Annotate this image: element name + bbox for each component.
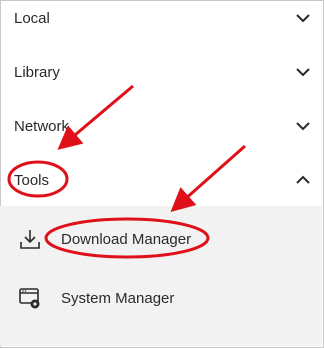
menu-item-tools[interactable]: Tools [0, 153, 322, 207]
download-icon [20, 230, 40, 249]
submenu-item-label: Download Manager [61, 231, 192, 248]
menu-item-label: Library [14, 63, 60, 81]
menu-item-network[interactable]: Network [0, 99, 322, 153]
submenu-item-download-manager[interactable]: Download Manager [0, 209, 322, 269]
system-manager-icon [19, 288, 40, 309]
chevron-down-icon [296, 68, 310, 77]
submenu-item-system-manager[interactable]: System Manager [0, 268, 322, 328]
submenu-item-label: System Manager [61, 290, 175, 307]
menu-item-label: Tools [14, 171, 50, 189]
menu-item-label: Local [14, 9, 50, 27]
chevron-down-icon [296, 122, 310, 131]
chevron-down-icon [296, 14, 310, 23]
menu-item-label: Network [14, 117, 70, 135]
tools-submenu: Download Manager System Manager [0, 206, 322, 346]
chevron-up-icon [296, 175, 310, 184]
menu-item-local[interactable]: Local [0, 0, 322, 45]
menu-item-library[interactable]: Library [0, 45, 322, 99]
